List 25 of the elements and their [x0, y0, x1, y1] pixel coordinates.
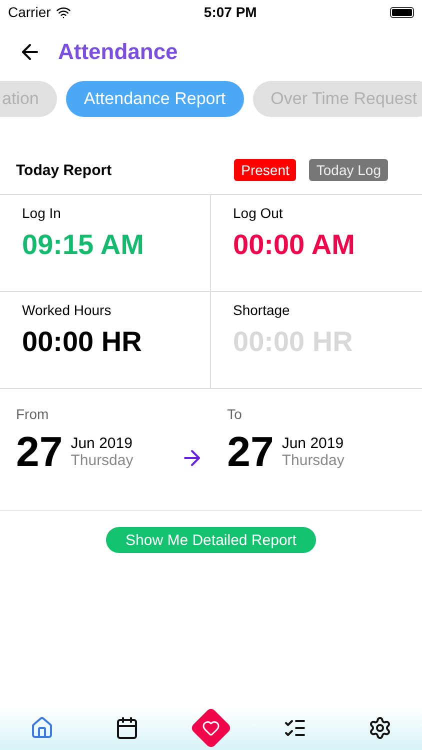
- battery-icon: [390, 6, 414, 18]
- carrier-label: Carrier: [8, 4, 51, 20]
- today-log-button[interactable]: Today Log: [309, 159, 388, 181]
- status-badge: Present: [234, 159, 296, 181]
- stat-label: Shortage: [233, 302, 291, 318]
- stat-value: 00:00 AM: [233, 229, 356, 261]
- stat-label: Worked Hours: [22, 302, 112, 318]
- stat-value: 00:00 HR: [22, 326, 143, 358]
- clock: 5:07 PM: [204, 4, 257, 20]
- tab[interactable]: Attendance Report: [66, 81, 244, 117]
- stat-label: Log Out: [233, 205, 284, 221]
- weekday: Thursday: [282, 452, 344, 469]
- date-label: From: [16, 406, 50, 422]
- page-title: Attendance: [58, 39, 178, 65]
- date-label: To: [227, 406, 243, 422]
- day-number: 27: [16, 428, 63, 476]
- section-title: Today Report: [16, 162, 113, 178]
- wifi-icon: [56, 4, 71, 20]
- detailed-report-button[interactable]: Show Me Detailed Report: [106, 527, 316, 553]
- day-number: 27: [227, 428, 274, 476]
- month-year: Jun 2019: [282, 435, 344, 452]
- stat-label: Log In: [22, 205, 62, 221]
- stat-value: 09:15 AM: [22, 229, 145, 261]
- weekday: Thursday: [70, 452, 134, 469]
- month-year: Jun 2019: [70, 435, 134, 452]
